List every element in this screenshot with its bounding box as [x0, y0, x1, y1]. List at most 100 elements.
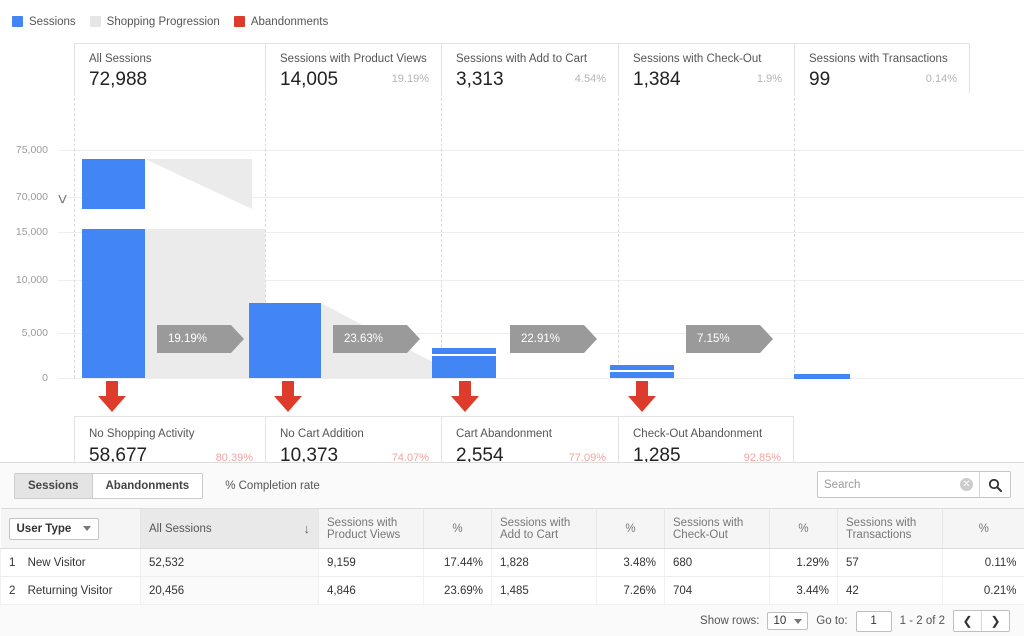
square-swatch-icon: [12, 16, 23, 27]
square-swatch-icon: [89, 16, 101, 27]
shopping-behavior-report: Sessions Shopping Progression Abandonmen…: [0, 0, 1024, 636]
cell-product-views-pct: 23.69%: [423, 576, 492, 605]
column-header-product-views[interactable]: Sessions with Product Views: [318, 508, 424, 549]
funnel-step-check-out[interactable]: Sessions with Check-Out 1,384 1.9%: [618, 43, 794, 93]
red-down-arrow-icon: [628, 381, 656, 412]
chevron-right-icon[interactable]: ❯: [981, 611, 1009, 631]
completion-rate-label[interactable]: % Completion rate: [225, 480, 320, 492]
bar-all-sessions-upper: [82, 159, 145, 209]
row-dimension-cell: 1 New Visitor: [0, 548, 141, 577]
column-label: All Sessions: [149, 522, 212, 535]
clear-x-icon[interactable]: ✕: [960, 478, 973, 491]
funnel-step-add-to-cart[interactable]: Sessions with Add to Cart 3,313 4.54%: [441, 43, 618, 93]
view-toggle-group: Sessions Abandonments: [14, 472, 204, 499]
table-row[interactable]: 1 New Visitor 52,532 9,159 17.44% 1,828 …: [0, 548, 1024, 577]
row-dimension-cell: 2 Returning Visitor: [0, 576, 141, 605]
funnel-chart-panel: All Sessions 72,988 Sessions with Produc…: [0, 43, 1024, 483]
cell-check-out: 680: [664, 548, 770, 577]
bar-divider: [432, 354, 496, 356]
legend-item-sessions[interactable]: Sessions: [12, 16, 76, 28]
chart-legend: Sessions Shopping Progression Abandonmen…: [0, 0, 1024, 44]
show-rows-select[interactable]: 10: [767, 612, 809, 630]
legend-label: Sessions: [29, 15, 76, 28]
column-header-add-to-cart-pct[interactable]: %: [596, 508, 665, 549]
cell-product-views-pct: 17.44%: [423, 548, 492, 577]
bar-product-views: [249, 303, 321, 378]
progression-badge-label: 23.63%: [344, 333, 384, 345]
show-rows-label: Show rows:: [700, 615, 760, 627]
cell-check-out-pct: 3.44%: [769, 576, 838, 605]
legend-item-abandonments[interactable]: Abandonments: [233, 15, 329, 28]
column-header-check-out[interactable]: Sessions with Check-Out: [664, 508, 770, 549]
column-label: Sessions with Add to Cart: [500, 516, 571, 541]
column-header-transactions-pct[interactable]: %: [942, 508, 1024, 549]
row-user-type[interactable]: Returning Visitor: [28, 585, 113, 597]
column-header-transactions[interactable]: Sessions with Transactions: [837, 508, 943, 549]
cell-transactions: 42: [837, 576, 943, 605]
column-label: Sessions with Check-Out: [673, 516, 744, 541]
tab-sessions[interactable]: Sessions: [15, 473, 92, 498]
data-table-panel: Sessions Abandonments % Completion rate …: [0, 462, 1024, 636]
cell-check-out: 704: [664, 576, 770, 605]
search-icon[interactable]: [979, 472, 1010, 497]
legend-item-shopping-progression[interactable]: Shopping Progression: [89, 15, 220, 28]
badge-tip-icon: [760, 325, 773, 353]
progression-badge-2: 23.63%: [333, 325, 420, 353]
cell-all-sessions: 52,532: [140, 548, 319, 577]
table-search: ✕: [817, 471, 1011, 498]
table-header-row: User Type All Sessions ↓ Sessions with P…: [0, 508, 1024, 549]
cell-transactions: 57: [837, 548, 943, 577]
chevron-down-icon: [83, 526, 92, 531]
abandonment-arrows: [0, 378, 1024, 416]
tab-abandonments[interactable]: Abandonments: [91, 473, 203, 498]
red-down-arrow-icon: [451, 381, 479, 412]
funnel-step-all-sessions[interactable]: All Sessions 72,988: [74, 43, 265, 93]
square-swatch-icon: [233, 16, 245, 27]
column-label: Sessions with Product Views: [327, 516, 401, 541]
table-toolbar: Sessions Abandonments % Completion rate …: [0, 463, 1024, 508]
search-input[interactable]: [818, 473, 960, 496]
funnel-step-transactions[interactable]: Sessions with Transactions 99 0.14%: [794, 43, 970, 93]
funnel-step-pct: 19.19%: [391, 73, 429, 85]
cell-add-to-cart-pct: 3.48%: [596, 548, 665, 577]
column-header-check-out-pct[interactable]: %: [769, 508, 838, 549]
funnel-step-title: Sessions with Transactions: [809, 53, 948, 65]
column-header-all-sessions[interactable]: All Sessions ↓: [140, 508, 319, 549]
funnel-plot-area: 75,000 70,000 15,000 10,000 5,000 0 > 19…: [0, 93, 1024, 384]
funnel-step-pct: 0.14%: [925, 73, 957, 85]
chevron-down-icon: [794, 618, 803, 624]
goto-page-input[interactable]: [855, 610, 892, 632]
column-header-product-views-pct[interactable]: %: [423, 508, 492, 549]
progression-badge-label: 19.19%: [168, 333, 208, 345]
column-label: %: [452, 522, 463, 535]
sort-desc-arrow-icon: ↓: [303, 520, 311, 536]
bar-add-to-cart-segment: [432, 348, 496, 378]
column-label: %: [625, 522, 636, 535]
badge-tip-icon: [407, 325, 420, 353]
column-label: Sessions with Transactions: [846, 516, 917, 541]
dimension-label: User Type: [16, 522, 72, 535]
table-row[interactable]: 2 Returning Visitor 20,456 4,846 23.69% …: [0, 576, 1024, 605]
funnel-step-product-views[interactable]: Sessions with Product Views 14,005 19.19…: [265, 43, 441, 93]
show-rows-value: 10: [773, 615, 787, 627]
progression-badge-4: 7.15%: [686, 325, 773, 353]
user-type-dimension-button[interactable]: User Type: [8, 517, 100, 540]
row-index: 1: [9, 556, 16, 569]
goto-label: Go to:: [816, 615, 848, 627]
funnel-step-title: Sessions with Product Views: [280, 53, 427, 65]
row-index: 2: [9, 584, 16, 597]
bar-all-sessions-lower: [82, 229, 145, 378]
progression-badge-3: 22.91%: [510, 325, 597, 353]
dimension-header: User Type: [0, 508, 141, 549]
funnel-step-title: All Sessions: [89, 53, 152, 65]
funnel-step-title: Sessions with Add to Cart: [456, 53, 588, 65]
cell-product-views: 9,159: [318, 548, 424, 577]
funnel-step-pct: 4.54%: [574, 73, 606, 85]
cell-product-views: 4,846: [318, 576, 424, 605]
legend-label: Shopping Progression: [106, 15, 220, 28]
abandonment-title: Cart Abandonment: [456, 428, 552, 440]
legend-label: Abandonments: [250, 15, 329, 28]
column-header-add-to-cart[interactable]: Sessions with Add to Cart: [491, 508, 597, 549]
chevron-left-icon[interactable]: ❮: [954, 611, 981, 631]
row-user-type[interactable]: New Visitor: [28, 557, 86, 569]
